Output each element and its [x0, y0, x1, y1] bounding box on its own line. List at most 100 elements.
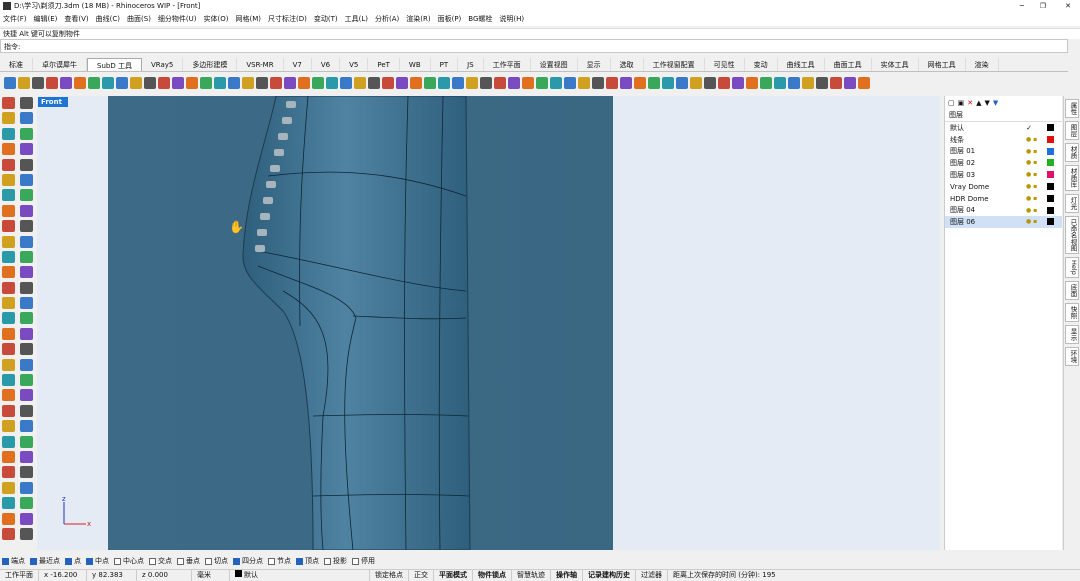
left-tool-icon[interactable]: [20, 481, 33, 494]
tool-icon[interactable]: [676, 77, 688, 89]
tool-icon[interactable]: [410, 77, 422, 89]
tool-icon[interactable]: [508, 77, 520, 89]
osnap-12[interactable]: 停用: [352, 556, 375, 566]
left-tool-icon[interactable]: [2, 481, 15, 494]
tab-5[interactable]: VSR-MR: [237, 58, 284, 71]
delete-layer-icon[interactable]: ✕: [967, 99, 973, 107]
status-layer[interactable]: 默认: [230, 570, 370, 581]
viewport-render[interactable]: ✋: [108, 96, 613, 550]
layer-visibility-lock-icons[interactable]: ● ▪: [1026, 207, 1040, 214]
tab-13[interactable]: 工作平面: [484, 58, 531, 71]
osnap-1[interactable]: 最近点: [30, 556, 60, 566]
status-toggle[interactable]: 正交: [409, 570, 434, 581]
layer-visibility-lock-icons[interactable]: ● ▪: [1026, 148, 1040, 155]
right-tab-10[interactable]: 环境: [1065, 346, 1079, 366]
move-up-icon[interactable]: ▲: [976, 99, 981, 107]
right-tab-1[interactable]: 图层: [1065, 121, 1079, 140]
tool-icon[interactable]: [802, 77, 814, 89]
tab-20[interactable]: 曲线工具: [778, 58, 825, 71]
tab-24[interactable]: 渲染: [966, 58, 999, 71]
osnap-checkbox[interactable]: [352, 557, 359, 565]
layer-visibility-lock-icons[interactable]: ● ▪: [1026, 195, 1040, 202]
tab-17[interactable]: 工作视窗配置: [644, 58, 705, 71]
left-tool-icon[interactable]: [2, 435, 15, 448]
tab-9[interactable]: PeT: [368, 58, 400, 71]
layer-color-swatch[interactable]: [1047, 159, 1054, 167]
osnap-5[interactable]: 交点: [149, 556, 172, 566]
menu-item[interactable]: 曲线(C): [96, 14, 120, 24]
left-tool-icon[interactable]: [2, 497, 15, 510]
tool-icon[interactable]: [354, 77, 366, 89]
layer-row[interactable]: 图层 03 ● ▪: [945, 169, 1062, 181]
left-tool-icon[interactable]: [2, 235, 15, 248]
osnap-11[interactable]: 投影: [324, 556, 347, 566]
left-tool-icon[interactable]: [2, 281, 15, 294]
left-tool-icon[interactable]: [2, 450, 15, 463]
layer-color-swatch[interactable]: [1047, 147, 1054, 155]
tool-icon[interactable]: [186, 77, 198, 89]
left-tool-icon[interactable]: [2, 466, 15, 479]
menu-item[interactable]: 查看(V): [64, 14, 88, 24]
menu-item[interactable]: 编辑(E): [34, 14, 58, 24]
osnap-2[interactable]: 点: [65, 556, 81, 566]
tab-3[interactable]: VRay5: [142, 58, 184, 71]
tool-icon[interactable]: [144, 77, 156, 89]
osnap-checkbox[interactable]: [296, 557, 303, 565]
osnap-checkbox[interactable]: [2, 557, 9, 565]
osnap-checkbox[interactable]: [205, 557, 212, 565]
menu-item[interactable]: 面板(P): [438, 14, 462, 24]
left-tool-icon[interactable]: [20, 220, 33, 233]
left-tool-icon[interactable]: [2, 173, 15, 186]
right-tab-8[interactable]: 快照: [1065, 302, 1079, 322]
menu-item[interactable]: 渲染(R): [406, 14, 430, 24]
osnap-checkbox[interactable]: [30, 557, 37, 565]
tool-icon[interactable]: [746, 77, 758, 89]
layer-row[interactable]: 图层 06 ● ▪: [945, 216, 1062, 229]
layer-color-swatch[interactable]: [1047, 206, 1054, 214]
tool-icon[interactable]: [550, 77, 562, 89]
tool-icon[interactable]: [452, 77, 464, 89]
tool-icon[interactable]: [368, 77, 380, 89]
left-tool-icon[interactable]: [20, 97, 33, 109]
tab-8[interactable]: V5: [340, 58, 369, 71]
tool-icon[interactable]: [424, 77, 436, 89]
left-tool-icon[interactable]: [20, 158, 33, 171]
tool-icon[interactable]: [46, 77, 58, 89]
tool-icon[interactable]: [158, 77, 170, 89]
tool-icon[interactable]: [116, 77, 128, 89]
new-sublayer-icon[interactable]: ▣: [958, 99, 965, 107]
tool-icon[interactable]: [578, 77, 590, 89]
tab-2[interactable]: SubD 工具: [87, 58, 142, 71]
tool-icon[interactable]: [130, 77, 142, 89]
osnap-0[interactable]: 端点: [2, 556, 25, 566]
tab-10[interactable]: WB: [400, 58, 431, 71]
tool-icon[interactable]: [284, 77, 296, 89]
tool-icon[interactable]: [200, 77, 212, 89]
status-toggle[interactable]: 锁定格点: [370, 570, 409, 581]
close-icon[interactable]: ✕: [1065, 2, 1071, 10]
tool-icon[interactable]: [522, 77, 534, 89]
left-tool-icon[interactable]: [2, 358, 15, 371]
tool-icon[interactable]: [606, 77, 618, 89]
command-prompt[interactable]: 指令:: [0, 39, 1068, 53]
tool-icon[interactable]: [788, 77, 800, 89]
layer-color-swatch[interactable]: [1047, 171, 1054, 179]
tool-icon[interactable]: [242, 77, 254, 89]
osnap-checkbox[interactable]: [86, 557, 93, 565]
tool-icon[interactable]: [102, 77, 114, 89]
layer-color-swatch[interactable]: [1047, 124, 1054, 131]
osnap-9[interactable]: 节点: [268, 556, 291, 566]
tool-icon[interactable]: [74, 77, 86, 89]
left-tool-icon[interactable]: [2, 204, 15, 217]
right-tab-5[interactable]: 已命名视图: [1065, 215, 1079, 254]
tool-icon[interactable]: [340, 77, 352, 89]
left-tool-icon[interactable]: [20, 343, 33, 356]
tool-icon[interactable]: [270, 77, 282, 89]
tab-15[interactable]: 显示: [578, 58, 611, 71]
tool-icon[interactable]: [396, 77, 408, 89]
left-tool-icon[interactable]: [2, 343, 15, 356]
tab-6[interactable]: V7: [284, 58, 312, 71]
layer-visibility-lock-icons[interactable]: ● ▪: [1026, 171, 1040, 178]
layer-visibility-lock-icons[interactable]: ● ▪: [1026, 159, 1040, 166]
tool-icon[interactable]: [480, 77, 492, 89]
